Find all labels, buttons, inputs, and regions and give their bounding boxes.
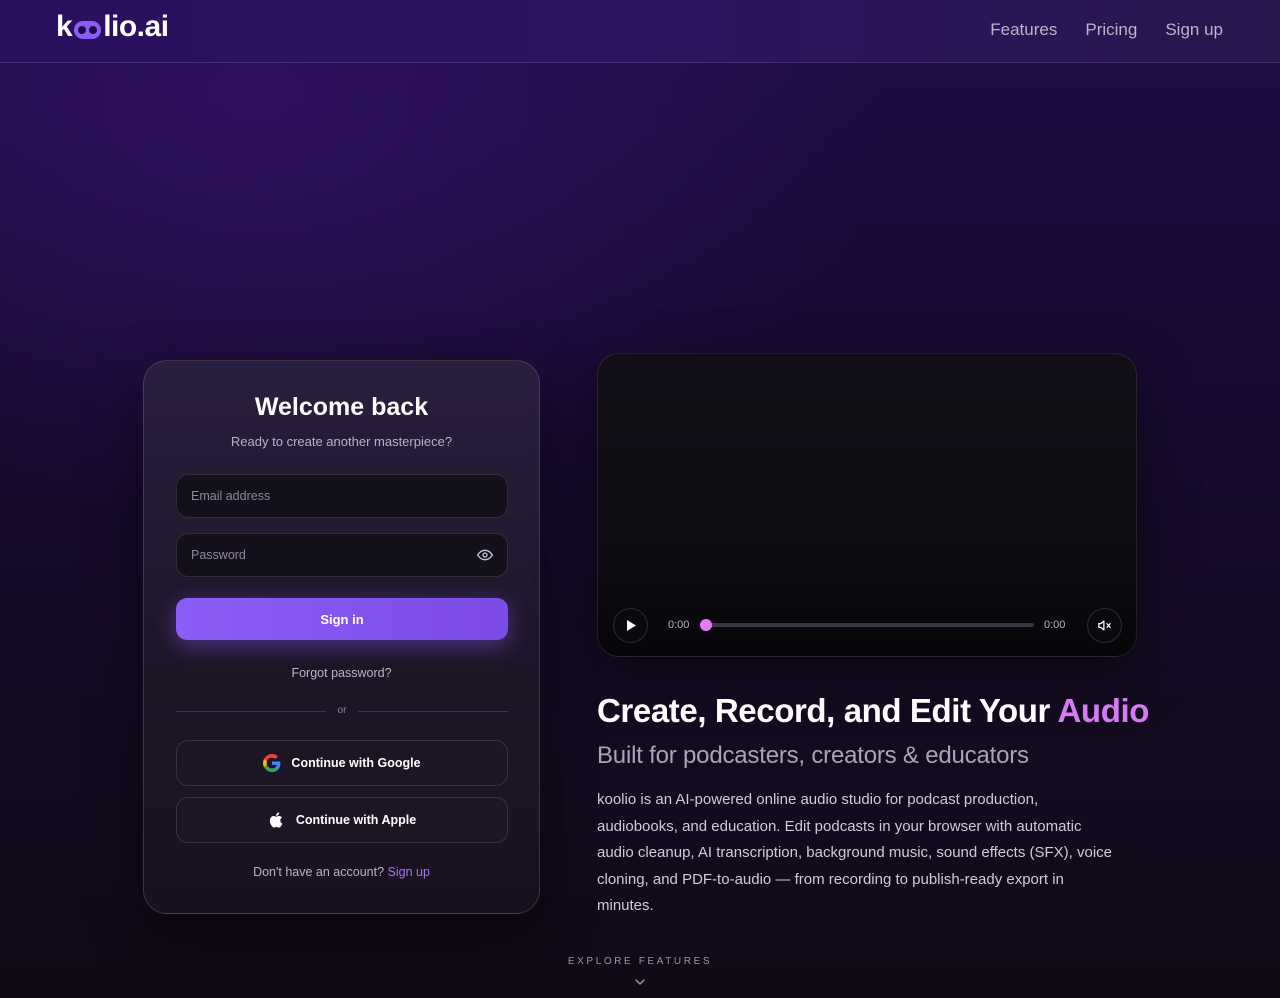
password-field-wrapper <box>176 533 508 577</box>
play-icon <box>626 620 636 631</box>
login-card: Welcome back Ready to create another mas… <box>143 360 540 914</box>
chevron-down-icon[interactable] <box>634 976 646 988</box>
hero-title-prefix: Create, Record, and Edit Your <box>597 692 1058 729</box>
eye-icon[interactable] <box>477 547 493 563</box>
continue-with-google-button[interactable]: Continue with Google <box>176 740 508 786</box>
continue-with-apple-button[interactable]: Continue with Apple <box>176 797 508 843</box>
email-field-wrapper <box>176 474 508 518</box>
nav-features-link[interactable]: Features <box>990 20 1057 40</box>
play-button[interactable] <box>613 608 648 643</box>
nav-pricing-link[interactable]: Pricing <box>1085 20 1137 40</box>
video-player[interactable]: 0:00 0:00 <box>597 353 1137 657</box>
login-subtitle: Ready to create another masterpiece? <box>230 434 453 449</box>
hero-title-accent: Audio <box>1057 692 1150 729</box>
divider-line-right <box>358 711 508 712</box>
google-button-label: Continue with Google <box>291 756 421 770</box>
hero-subtitle: Built for podcasters, creators & educato… <box>597 742 1029 769</box>
login-title: Welcome back <box>254 393 429 421</box>
mute-button[interactable] <box>1087 608 1122 643</box>
seek-bar[interactable] <box>700 619 1034 631</box>
no-account-text: Don't have an account? <box>253 865 385 879</box>
current-time: 0:00 <box>668 619 690 631</box>
duration-time: 0:00 <box>1044 619 1066 631</box>
koolio-logo[interactable]: k lio.ai <box>56 10 169 44</box>
or-divider: or <box>176 705 508 719</box>
email-input[interactable] <box>177 475 507 517</box>
hero-title: Create, Record, and Edit Your Audio <box>597 692 1149 730</box>
seek-bar-knob[interactable] <box>700 619 712 631</box>
explore-features-link[interactable]: EXPLORE FEATURES <box>0 956 1280 967</box>
hero-description: koolio is an AI-powered online audio stu… <box>597 791 1112 914</box>
password-input[interactable] <box>177 534 507 576</box>
nav-menu: Features Pricing Sign up <box>990 20 1223 40</box>
signin-button[interactable]: Sign in <box>176 598 508 640</box>
apple-button-label: Continue with Apple <box>295 813 417 827</box>
apple-icon <box>269 812 283 828</box>
mute-icon <box>1098 620 1111 631</box>
signup-link[interactable]: Sign up <box>388 865 430 879</box>
forgot-password-link[interactable]: Forgot password? <box>144 666 539 680</box>
top-nav-bar: k lio.ai Features Pricing Sign up <box>0 0 1280 63</box>
google-icon <box>263 754 281 772</box>
logo-eyes-icon <box>74 21 102 39</box>
nav-signup-link[interactable]: Sign up <box>1165 20 1223 40</box>
signup-prompt: Don't have an account? Sign up <box>144 865 539 879</box>
